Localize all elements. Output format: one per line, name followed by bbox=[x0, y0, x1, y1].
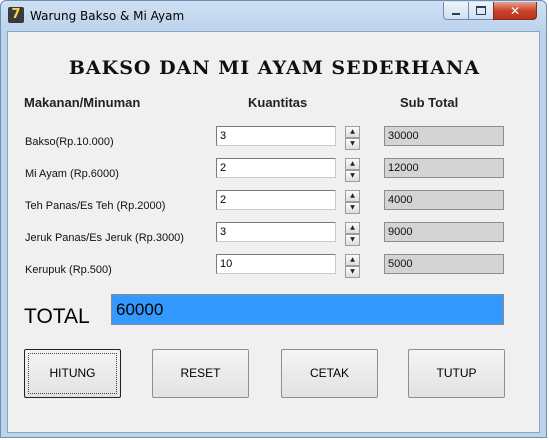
row-label-bakso: Bakso(Rp.10.000) bbox=[25, 136, 114, 148]
subtotal-kerupuk: 5000 bbox=[384, 254, 504, 274]
form-heading: BAKSO DAN MI AYAM SEDERHANA bbox=[68, 57, 481, 79]
hitung-button[interactable]: HITUNG bbox=[24, 349, 121, 398]
qty-input-bakso[interactable]: 3 bbox=[216, 126, 336, 146]
window-title: Warung Bakso & Mi Ayam bbox=[30, 9, 185, 23]
column-header-qty: Kuantitas bbox=[248, 95, 308, 110]
app-icon[interactable]: 7 bbox=[8, 7, 24, 23]
row-label-mi-ayam: Mi Ayam (Rp.6000) bbox=[25, 168, 119, 180]
close-button[interactable]: ✕ bbox=[493, 2, 537, 20]
total-value: 60000 bbox=[111, 294, 504, 325]
spin-down-icon[interactable]: ▼ bbox=[345, 170, 360, 182]
column-header-item: Makanan/Minuman bbox=[24, 95, 141, 110]
spin-up-icon[interactable]: ▲ bbox=[345, 190, 360, 202]
qty-input-mi-ayam[interactable]: 2 bbox=[216, 158, 336, 178]
row-label-kerupuk: Kerupuk (Rp.500) bbox=[25, 264, 112, 276]
total-label: TOTAL bbox=[24, 305, 90, 328]
qty-spinner-bakso[interactable]: ▲ ▼ bbox=[345, 126, 360, 150]
qty-input-teh[interactable]: 2 bbox=[216, 190, 336, 210]
spin-up-icon[interactable]: ▲ bbox=[345, 222, 360, 234]
reset-button[interactable]: RESET bbox=[152, 349, 249, 398]
subtotal-teh: 4000 bbox=[384, 190, 504, 210]
spin-up-icon[interactable]: ▲ bbox=[345, 158, 360, 170]
subtotal-bakso: 30000 bbox=[384, 126, 504, 146]
subtotal-mi-ayam: 12000 bbox=[384, 158, 504, 178]
cetak-button[interactable]: CETAK bbox=[281, 349, 378, 398]
minimize-icon bbox=[452, 13, 460, 15]
spin-up-icon[interactable]: ▲ bbox=[345, 254, 360, 266]
spin-down-icon[interactable]: ▼ bbox=[345, 138, 360, 150]
qty-spinner-kerupuk[interactable]: ▲ ▼ bbox=[345, 254, 360, 278]
spin-down-icon[interactable]: ▼ bbox=[345, 202, 360, 214]
close-icon: ✕ bbox=[509, 3, 521, 18]
qty-input-jeruk[interactable]: 3 bbox=[216, 222, 336, 242]
minimize-button[interactable] bbox=[443, 2, 469, 20]
spin-up-icon[interactable]: ▲ bbox=[345, 126, 360, 138]
column-header-subtotal: Sub Total bbox=[400, 95, 459, 110]
subtotal-jeruk: 9000 bbox=[384, 222, 504, 242]
spin-down-icon[interactable]: ▼ bbox=[345, 266, 360, 278]
spin-down-icon[interactable]: ▼ bbox=[345, 234, 360, 246]
maximize-icon bbox=[476, 6, 486, 15]
qty-spinner-jeruk[interactable]: ▲ ▼ bbox=[345, 222, 360, 246]
maximize-button[interactable] bbox=[468, 2, 494, 20]
qty-input-kerupuk[interactable]: 10 bbox=[216, 254, 336, 274]
title-bar[interactable]: 7 Warung Bakso & Mi Ayam ✕ bbox=[1, 1, 546, 31]
row-label-teh: Teh Panas/Es Teh (Rp.2000) bbox=[25, 200, 166, 212]
qty-spinner-teh[interactable]: ▲ ▼ bbox=[345, 190, 360, 214]
qty-spinner-mi-ayam[interactable]: ▲ ▼ bbox=[345, 158, 360, 182]
tutup-button[interactable]: TUTUP bbox=[408, 349, 505, 398]
row-label-jeruk: Jeruk Panas/Es Jeruk (Rp.3000) bbox=[25, 232, 184, 244]
